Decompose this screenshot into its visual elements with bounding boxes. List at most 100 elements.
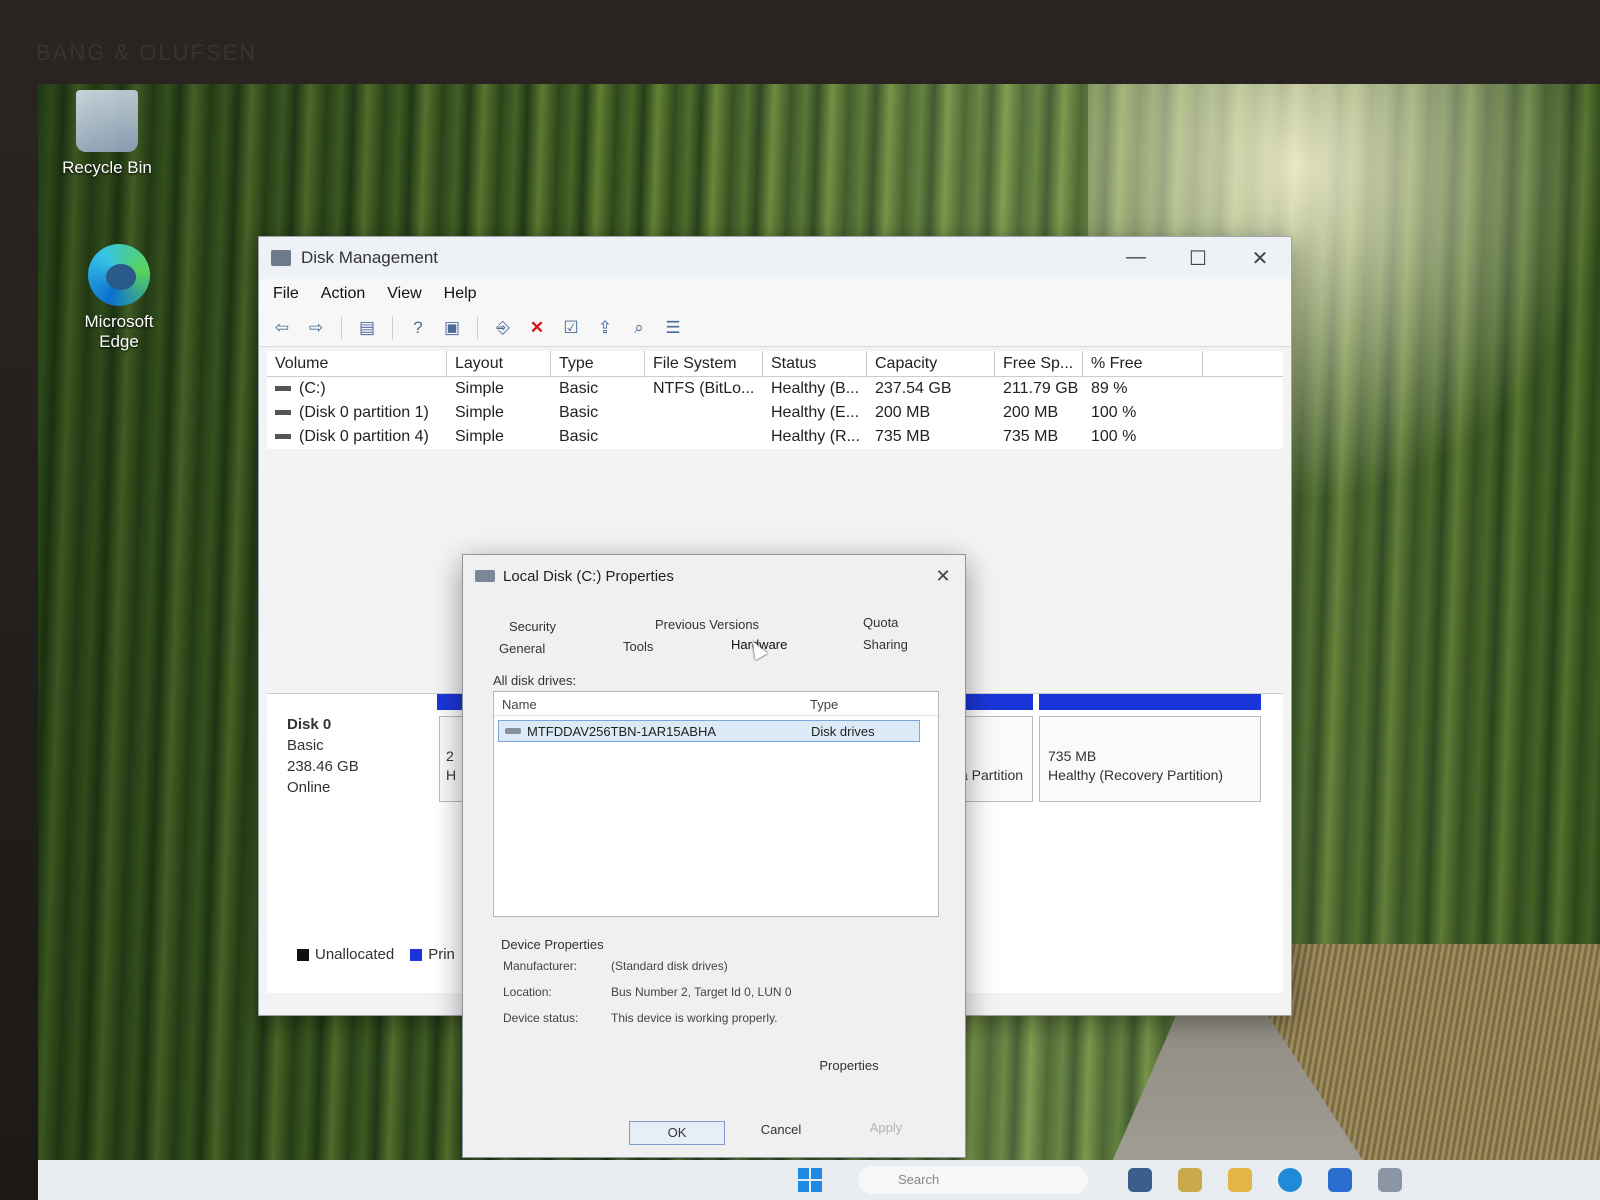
edge-icon[interactable]: [1278, 1168, 1302, 1192]
column-header[interactable]: % Free: [1083, 350, 1203, 377]
tab-previous-versions[interactable]: Previous Versions: [655, 617, 759, 632]
dialog-title: Local Disk (C:) Properties: [503, 567, 674, 585]
window-titlebar[interactable]: Disk Management — ☐ ✕: [259, 237, 1291, 279]
apply-button[interactable]: Apply: [851, 1117, 921, 1141]
column-header[interactable]: File System: [645, 350, 763, 377]
menu-action[interactable]: Action: [321, 285, 365, 303]
column-header[interactable]: Free Sp...: [995, 350, 1083, 377]
table-row[interactable]: (Disk 0 partition 1) Simple Basic Health…: [267, 401, 1283, 425]
partition-bar: [957, 694, 1033, 710]
show-hide-icon[interactable]: ▣: [439, 315, 465, 341]
cell-free-space: 211.79 GB: [1003, 380, 1079, 397]
tab-general[interactable]: General: [499, 641, 545, 656]
close-button[interactable]: ✕: [1229, 246, 1291, 271]
hard-drive-icon: [505, 728, 521, 734]
partition-data[interactable]: a Partition: [957, 716, 1033, 802]
recycle-bin-icon: [76, 90, 138, 152]
tab-quota[interactable]: Quota: [863, 615, 898, 630]
minimize-button[interactable]: —: [1105, 246, 1167, 271]
legend: Unallocated Prin: [297, 946, 455, 963]
device-properties-label: Device Properties: [501, 937, 604, 952]
column-header[interactable]: Volume: [267, 350, 447, 377]
properties-button[interactable]: Properties: [809, 1055, 889, 1079]
task-view-icon[interactable]: [1128, 1168, 1152, 1192]
cell-filesystem: [645, 425, 763, 449]
store-icon[interactable]: [1328, 1168, 1352, 1192]
dialog-titlebar[interactable]: Local Disk (C:) Properties ✕: [463, 555, 965, 597]
disk-management-taskbar-icon[interactable]: [1378, 1168, 1402, 1192]
disk-0-label[interactable]: Disk 0 Basic 238.46 GB Online: [287, 714, 359, 798]
desktop-icon-recycle-bin[interactable]: Recycle Bin: [52, 90, 162, 178]
disk-status: Online: [287, 779, 331, 796]
forward-icon[interactable]: ⇨: [303, 315, 329, 341]
drive-name: MTFDDAV256TBN-1AR15ABHA: [527, 724, 717, 739]
start-icon[interactable]: [798, 1168, 822, 1192]
cell-type: Basic: [559, 428, 599, 445]
table-row[interactable]: (Disk 0 partition 4) Simple Basic Health…: [267, 425, 1283, 449]
maximize-button[interactable]: ☐: [1167, 246, 1229, 271]
desktop-icon-label: Microsoft Edge: [84, 312, 154, 351]
drive-icon: [475, 570, 495, 582]
console-tree-icon[interactable]: ▤: [354, 315, 380, 341]
disk-drives-list[interactable]: Name Type MTFDDAV256TBN-1AR15ABHA Disk d…: [493, 691, 939, 917]
back-icon[interactable]: ⇦: [269, 315, 295, 341]
help-icon[interactable]: ?: [405, 315, 431, 341]
export-icon[interactable]: ⇪: [592, 315, 618, 341]
legend-unallocated: Unallocated: [297, 946, 394, 963]
cell-free-space: 735 MB: [1003, 428, 1059, 445]
tab-tools[interactable]: Tools: [623, 639, 653, 654]
taskbar-search[interactable]: Search: [858, 1166, 1088, 1194]
toolbar-separator: [477, 315, 478, 340]
menu-help[interactable]: Help: [444, 285, 477, 303]
cell-capacity: 735 MB: [875, 428, 931, 445]
legend-label: Prin: [428, 946, 455, 963]
column-header[interactable]: Type: [551, 350, 645, 377]
delete-icon[interactable]: ✕: [524, 315, 550, 341]
cell-filesystem: NTFS (BitLo...: [653, 380, 755, 397]
partition-recovery[interactable]: 735 MB Healthy (Recovery Partition): [1039, 716, 1261, 802]
connect-icon[interactable]: ⎆: [490, 315, 516, 341]
column-header[interactable]: Layout: [447, 350, 551, 377]
tab-sharing[interactable]: Sharing: [863, 637, 908, 652]
disk-name: Disk 0: [287, 716, 332, 733]
taskbar: Search: [38, 1160, 1600, 1200]
ok-button[interactable]: OK: [629, 1121, 725, 1145]
column-header[interactable]: Capacity: [867, 350, 995, 377]
column-name[interactable]: Name: [502, 697, 537, 712]
file-explorer-icon[interactable]: [1228, 1168, 1252, 1192]
menu-file[interactable]: File: [273, 285, 299, 303]
dialog-close-button[interactable]: ✕: [921, 566, 965, 587]
column-header[interactable]: Status: [763, 350, 867, 377]
desktop-icon-edge[interactable]: Microsoft Edge: [64, 244, 174, 352]
menu-bar: File Action View Help: [259, 279, 1291, 309]
cell-volume: (Disk 0 partition 4): [267, 425, 447, 449]
legend-label: Unallocated: [315, 946, 395, 963]
toolbar-separator: [392, 315, 393, 340]
list-item[interactable]: MTFDDAV256TBN-1AR15ABHA Disk drives: [498, 720, 920, 742]
edge-icon: [88, 244, 150, 306]
disk-management-icon: [271, 250, 291, 266]
cell-capacity: 200 MB: [875, 404, 931, 421]
volume-list-header: Volume Layout Type File System Status Ca…: [267, 350, 1283, 377]
cell-layout: Simple: [455, 404, 504, 421]
cancel-button[interactable]: Cancel: [743, 1119, 819, 1143]
widgets-icon[interactable]: [1178, 1168, 1202, 1192]
menu-view[interactable]: View: [387, 285, 421, 303]
cell-status: Healthy (E...: [771, 404, 860, 421]
search-icon[interactable]: ⌕: [626, 315, 652, 341]
tab-security[interactable]: Security: [509, 619, 556, 634]
partition-bar: [1039, 694, 1261, 710]
desktop-icon-label: Recycle Bin: [62, 158, 152, 177]
partition-size: 735 MB: [1048, 748, 1097, 764]
cell-volume: (Disk 0 partition 1): [267, 401, 447, 425]
check-icon[interactable]: ☑: [558, 315, 584, 341]
table-row[interactable]: (C:) Simple Basic NTFS (BitLo... Healthy…: [267, 377, 1283, 401]
properties-icon[interactable]: ☰: [660, 315, 686, 341]
column-type[interactable]: Type: [810, 697, 838, 712]
monitor-brand: BANG & OLUFSEN: [36, 40, 258, 65]
toolbar-separator: [341, 315, 342, 340]
cell-layout: Simple: [455, 380, 504, 397]
window-title: Disk Management: [301, 248, 439, 267]
cell-percent-free: 89 %: [1091, 380, 1128, 397]
cell-free-space: 200 MB: [1003, 404, 1059, 421]
